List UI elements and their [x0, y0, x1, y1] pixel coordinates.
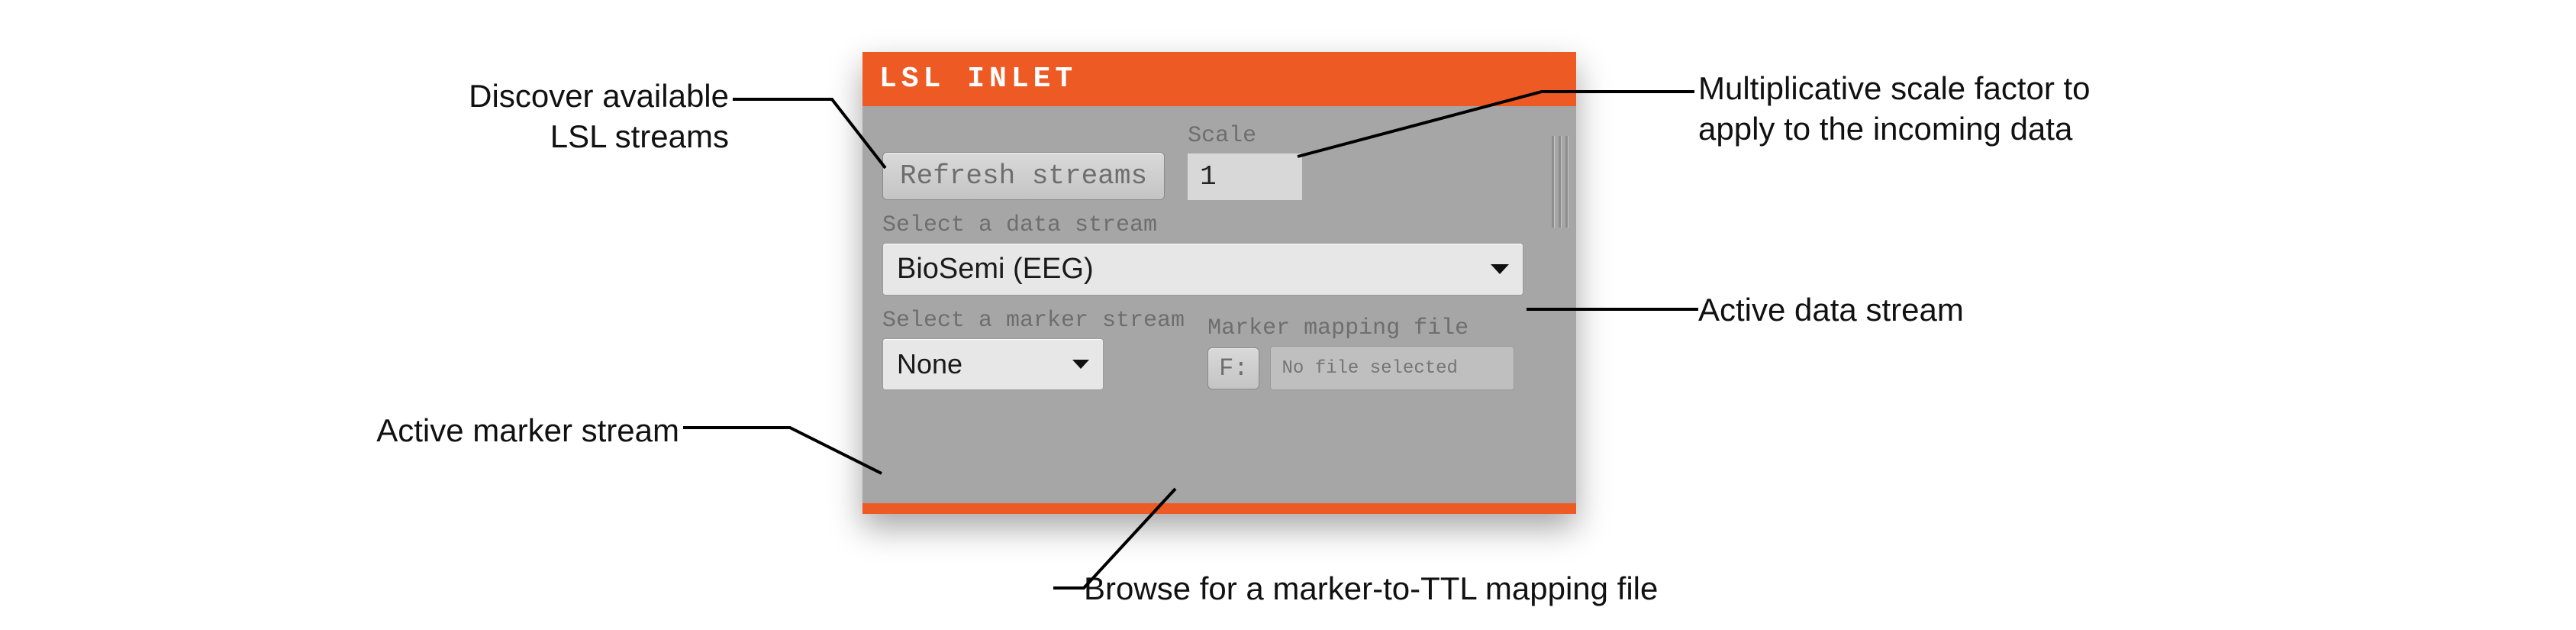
callout-data-stream: Active data stream	[1698, 290, 2233, 331]
refresh-streams-button[interactable]: Refresh streams	[882, 152, 1165, 200]
marker-mapping-field: Marker mapping file F: No file selected	[1207, 315, 1514, 390]
row-marker-file: Select a marker stream None Marker mappi…	[882, 308, 1556, 390]
file-status-box: No file selected	[1270, 346, 1514, 390]
callout-refresh: Discover availableLSL streams	[301, 76, 729, 157]
scale-field: Scale	[1188, 123, 1302, 200]
marker-mapping-label: Marker mapping file	[1207, 315, 1514, 341]
data-stream-field: Select a data stream BioSemi (EEG)	[882, 212, 1556, 296]
panel-footer-bar	[862, 503, 1576, 514]
chevron-down-icon	[1489, 263, 1510, 276]
marker-stream-field: Select a marker stream None	[882, 308, 1185, 390]
panel-title: LSL INLET	[862, 52, 1576, 106]
marker-stream-dropdown[interactable]: None	[882, 338, 1104, 390]
data-stream-label: Select a data stream	[882, 212, 1556, 238]
chevron-down-icon	[1071, 358, 1091, 370]
marker-stream-value: None	[897, 348, 962, 380]
callout-file-browse: Browse for a marker-to-TTL mapping file	[1084, 569, 2000, 609]
row-refresh-scale: Refresh streams Scale	[882, 120, 1556, 200]
file-browse-button[interactable]: F:	[1207, 347, 1259, 389]
scale-input[interactable]	[1188, 153, 1302, 200]
refresh-field: Refresh streams	[882, 120, 1165, 200]
scale-label: Scale	[1188, 123, 1302, 149]
data-stream-dropdown[interactable]: BioSemi (EEG)	[882, 243, 1523, 296]
panel-body: Refresh streams Scale Select a data stre…	[862, 106, 1576, 407]
marker-stream-label: Select a marker stream	[882, 308, 1185, 334]
data-stream-value: BioSemi (EEG)	[897, 253, 1094, 285]
lsl-inlet-panel: LSL INLET Refresh streams Scale Select a…	[862, 52, 1576, 514]
callout-marker-stream: Active marker stream	[210, 411, 679, 451]
callout-scale: Multiplicative scale factor toapply to t…	[1698, 69, 2385, 149]
